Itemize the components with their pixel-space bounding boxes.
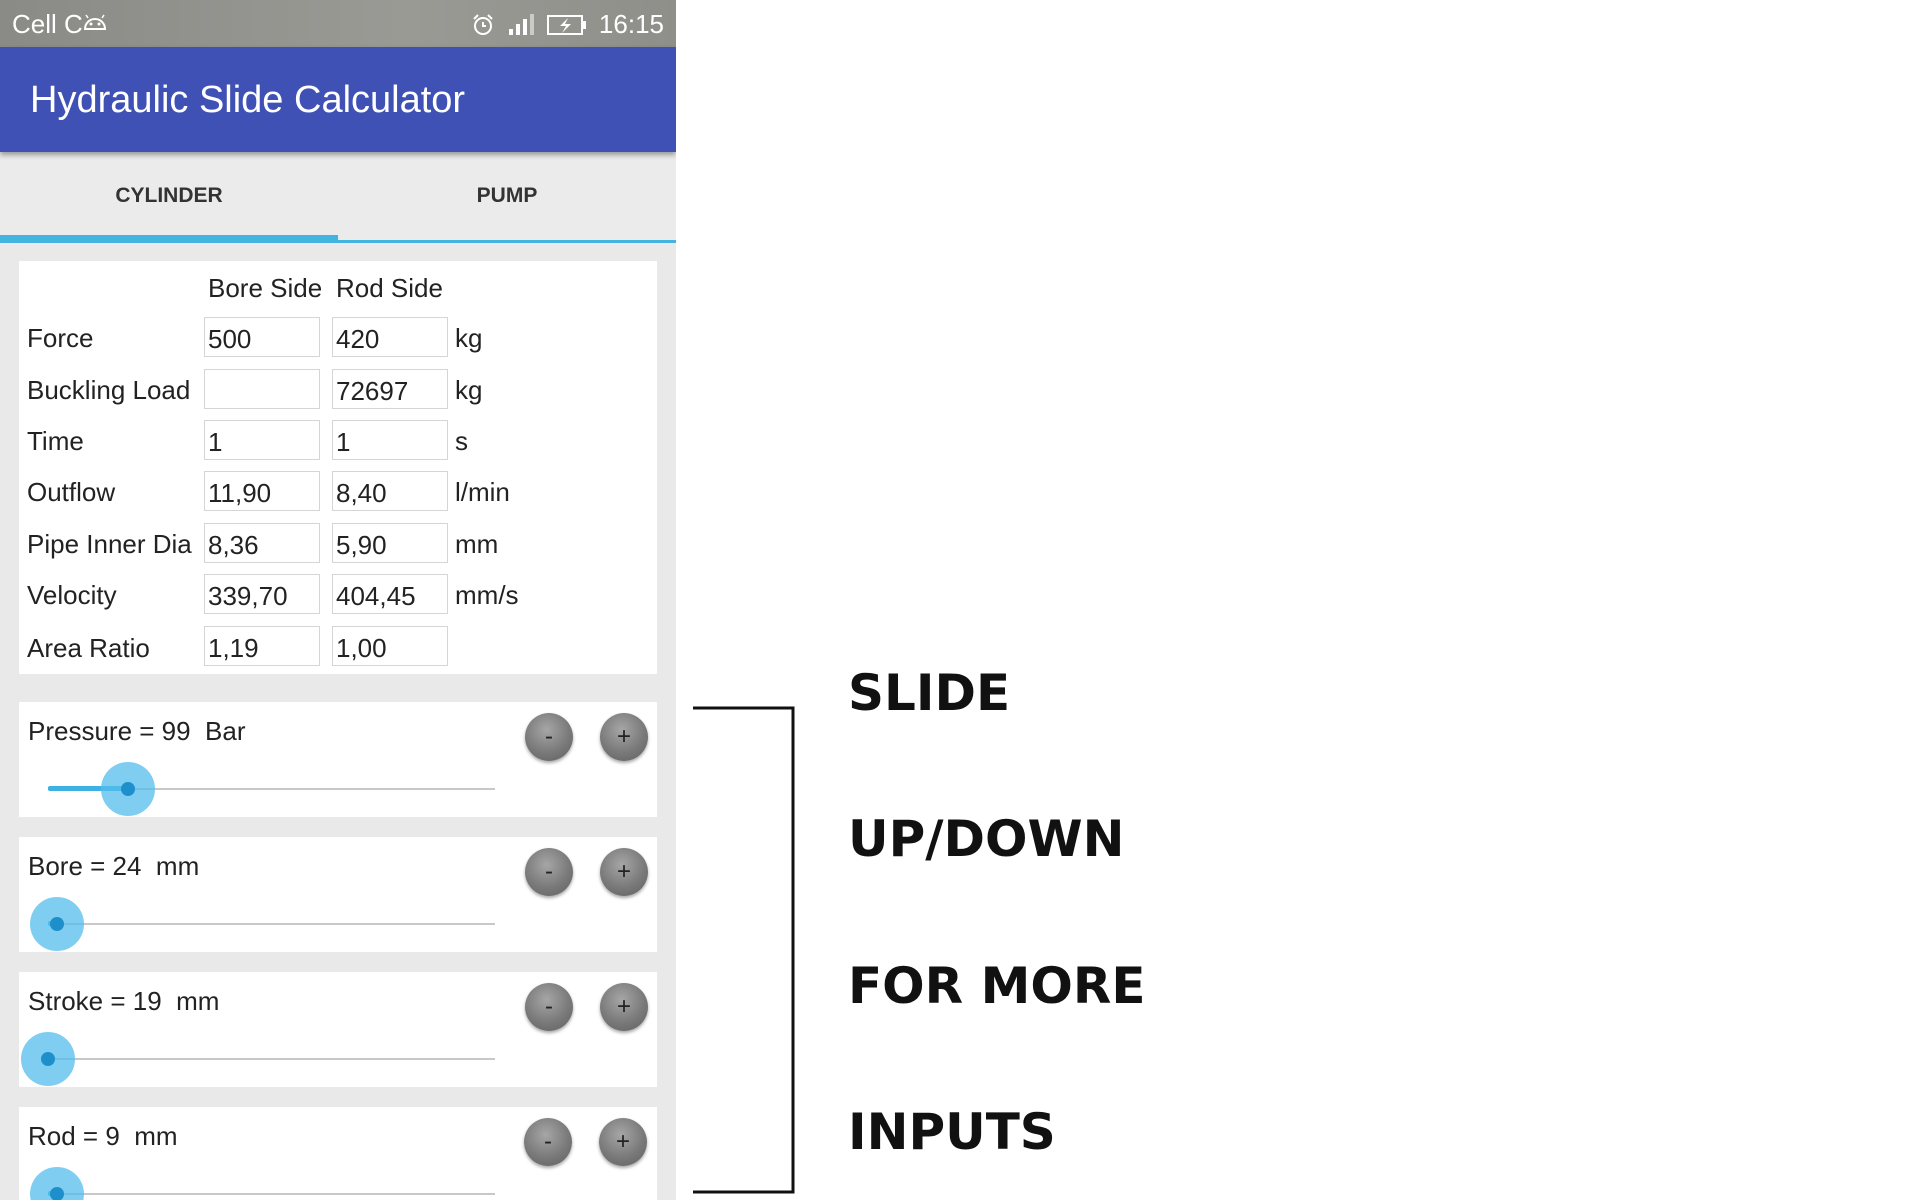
- minus-sign: -: [545, 858, 553, 885]
- status-icons: 16:15: [471, 9, 664, 40]
- plus-sign: +: [616, 858, 631, 885]
- outflow-unit: l/min: [455, 477, 510, 507]
- velocity-bore-field[interactable]: [204, 574, 320, 614]
- tab-cylinder-label: CYLINDER: [115, 184, 223, 207]
- tab-bar: CYLINDER PUMP: [0, 152, 676, 243]
- row-label-area-ratio: Area Ratio: [27, 633, 150, 663]
- column-header-bore-side: Bore Side: [208, 273, 323, 303]
- stroke-increment-button[interactable]: +: [600, 983, 648, 1031]
- stroke-slider-track[interactable]: [48, 1058, 495, 1060]
- buckling-load-unit: kg: [455, 375, 483, 405]
- row-label-outflow: Outflow: [27, 477, 116, 507]
- area-ratio-bore-field[interactable]: [204, 626, 320, 666]
- rod-decrement-button[interactable]: -: [524, 1118, 572, 1166]
- bore-slider-card: Bore = 24 mm - +: [19, 837, 657, 952]
- bore-slider-track[interactable]: [48, 923, 495, 925]
- bore-thumb-dot: [49, 917, 64, 931]
- plus-sign: +: [616, 723, 631, 750]
- bore-label: Bore = 24 mm: [28, 851, 200, 881]
- column-header-rod-side: Rod Side: [336, 273, 443, 303]
- pipe-inner-dia-rod-field[interactable]: [332, 523, 448, 563]
- stroke-slider-card: Stroke = 19 mm - +: [19, 972, 657, 1087]
- stroke-decrement-button[interactable]: -: [525, 983, 573, 1031]
- selected-tab-indicator: [0, 235, 338, 243]
- row-label-pipe-inner-dia: Pipe Inner Dia: [27, 529, 192, 559]
- tab-pump-label: PUMP: [476, 184, 538, 207]
- annotation-line-3: FOR MORE: [848, 957, 1146, 1015]
- alarm-icon: [473, 13, 493, 35]
- stroke-slider-thumb[interactable]: [21, 1032, 75, 1086]
- buckling-load-rod-field[interactable]: [332, 369, 448, 409]
- app-bar: Hydraulic Slide Calculator: [0, 47, 676, 152]
- stroke-label: Stroke = 19 mm: [28, 986, 220, 1016]
- time-unit: s: [455, 426, 468, 456]
- screenshot-root: Cell C 16:15 Hydraulic Slide Calculator …: [0, 0, 1920, 1200]
- rod-slider-track[interactable]: [48, 1193, 495, 1195]
- pressure-label: Pressure = 99 Bar: [28, 716, 246, 746]
- carrier-name: Cell C: [12, 9, 83, 39]
- force-rod-field[interactable]: [332, 317, 448, 357]
- rod-increment-button[interactable]: +: [599, 1118, 647, 1166]
- pipe-inner-dia-unit: mm: [455, 529, 499, 559]
- force-unit: kg: [455, 323, 483, 353]
- status-bar: Cell C 16:15: [0, 0, 676, 47]
- annotation-line-1: SLIDE: [848, 664, 1011, 722]
- pressure-slider-card: Pressure = 99 Bar - +: [19, 702, 657, 817]
- clock-time: 16:15: [598, 9, 664, 39]
- cylinder-table-card: Bore Side Rod Side Force kg Buckling Loa…: [19, 261, 657, 674]
- outflow-rod-field[interactable]: [332, 471, 448, 511]
- velocity-unit: mm/s: [455, 580, 519, 610]
- battery-charging-icon: [546, 14, 586, 35]
- area-ratio-rod-field[interactable]: [332, 626, 448, 666]
- rod-label: Rod = 9 mm: [28, 1121, 178, 1151]
- bracket-line: [693, 706, 795, 1194]
- bore-increment-button[interactable]: +: [600, 848, 648, 896]
- pressure-increment-button[interactable]: +: [600, 713, 648, 761]
- time-bore-field[interactable]: [204, 420, 320, 460]
- stroke-thumb-dot: [41, 1052, 55, 1066]
- rod-thumb-dot: [49, 1187, 64, 1200]
- app-title: Hydraulic Slide Calculator: [30, 79, 466, 121]
- force-bore-field[interactable]: [204, 317, 320, 357]
- plus-sign: +: [615, 1128, 630, 1155]
- pressure-decrement-button[interactable]: -: [525, 713, 573, 761]
- buckling-load-bore-field[interactable]: [204, 369, 320, 409]
- pressure-thumb-dot: [121, 782, 136, 796]
- row-label-force: Force: [27, 323, 94, 353]
- minus-sign: -: [545, 993, 553, 1020]
- android-icon: [83, 14, 107, 30]
- minus-sign: -: [545, 723, 553, 750]
- signal-icon: [508, 13, 534, 35]
- pipe-inner-dia-bore-field[interactable]: [204, 523, 320, 563]
- tab-pump[interactable]: PUMP: [338, 152, 676, 240]
- row-label-time: Time: [27, 426, 84, 456]
- annotation-line-4: INPUTS: [848, 1103, 1056, 1161]
- rod-slider-thumb[interactable]: [29, 1167, 84, 1200]
- tab-cylinder[interactable]: CYLINDER: [0, 152, 338, 243]
- time-rod-field[interactable]: [332, 420, 448, 460]
- outflow-bore-field[interactable]: [204, 471, 320, 511]
- pressure-slider-thumb[interactable]: [101, 762, 156, 816]
- phone-screen: Cell C 16:15 Hydraulic Slide Calculator …: [0, 0, 676, 1200]
- velocity-rod-field[interactable]: [332, 574, 448, 614]
- row-label-buckling-load: Buckling Load: [27, 375, 191, 405]
- annotation-line-2: UP/DOWN: [848, 810, 1125, 868]
- rod-slider-card: Rod = 9 mm - +: [19, 1107, 657, 1200]
- bore-decrement-button[interactable]: -: [525, 848, 573, 896]
- plus-sign: +: [616, 993, 631, 1020]
- minus-sign: -: [544, 1128, 552, 1155]
- row-label-velocity: Velocity: [27, 580, 117, 610]
- bore-slider-thumb[interactable]: [29, 897, 84, 951]
